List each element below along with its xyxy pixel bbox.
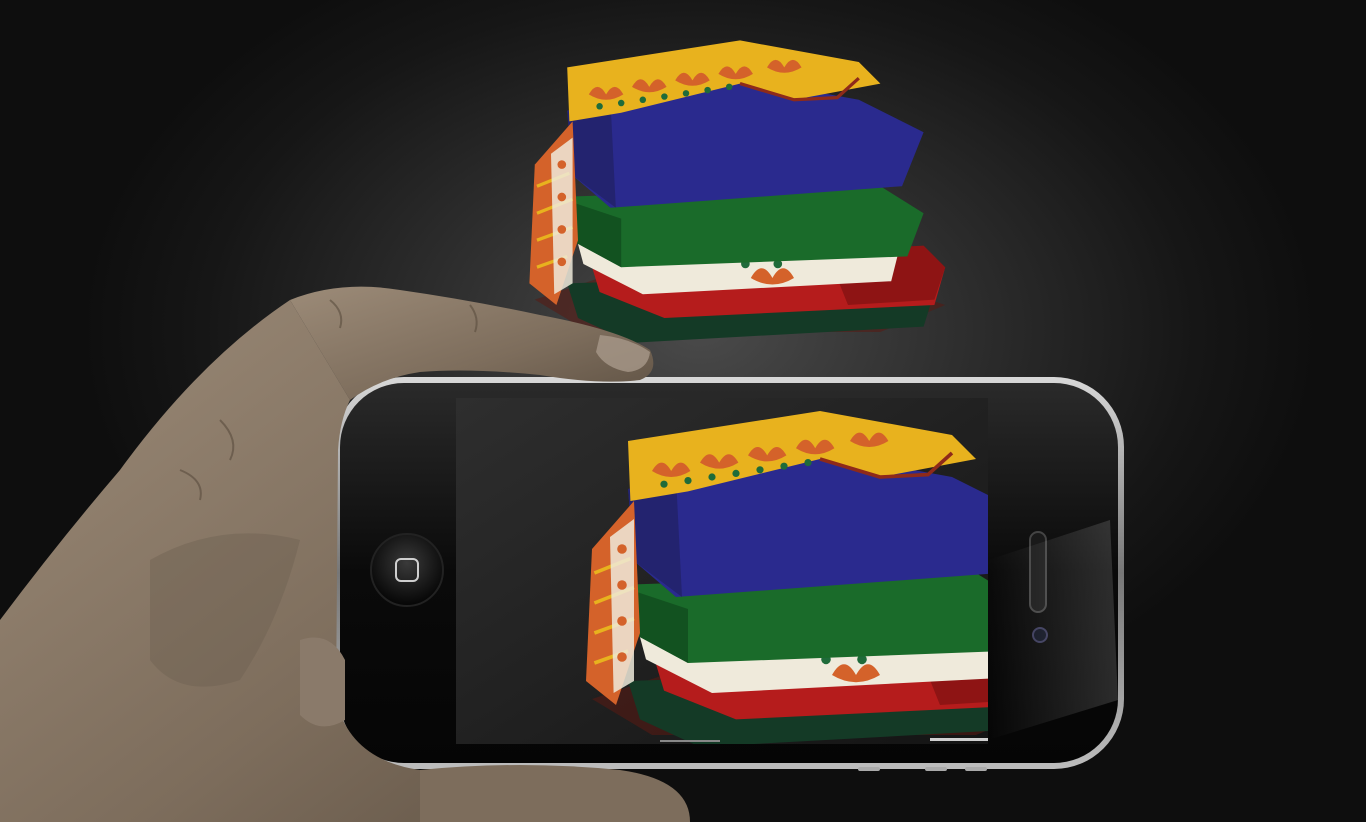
floating-fabric-stack xyxy=(529,40,945,342)
phone-screen xyxy=(456,398,988,744)
smartphone xyxy=(334,377,1124,771)
home-button xyxy=(370,533,444,607)
scene-illustration xyxy=(0,0,1124,822)
ar-scene xyxy=(0,0,1366,822)
